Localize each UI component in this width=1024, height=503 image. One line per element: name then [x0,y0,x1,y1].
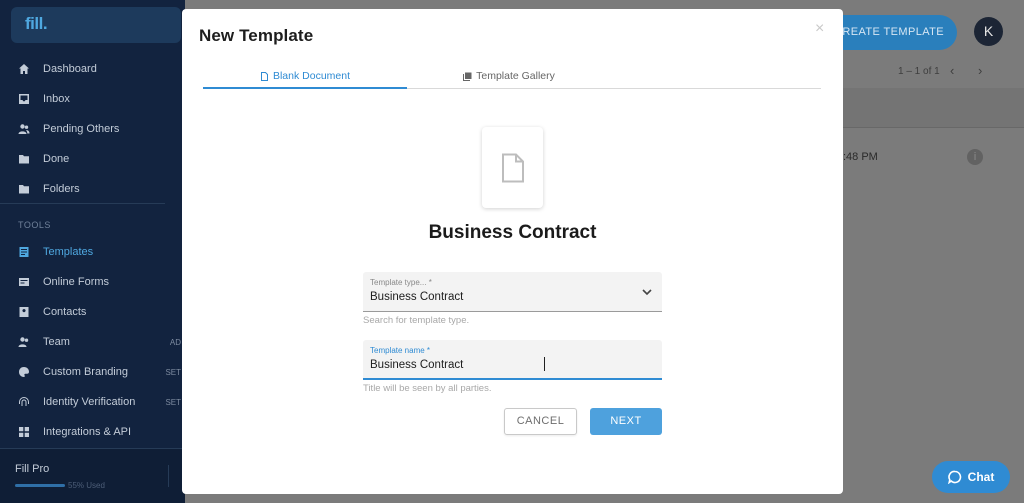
main-nav: Dashboard Inbox Pending Others Done Fold… [0,54,185,204]
sidebar-item-label: Identity Verification [43,396,136,408]
table-row-time: :48 PM [843,151,878,163]
close-icon[interactable]: × [815,20,824,38]
pagination-prev-icon[interactable]: ‹ [950,63,954,78]
template-icon [18,246,30,258]
folder-check-icon [18,153,30,165]
chevron-down-icon[interactable] [641,286,653,298]
sidebar-item-identity-verification[interactable]: Identity Verification SET [0,387,185,417]
app-logo: fill. [25,14,48,33]
tab-label: Blank Document [272,70,351,82]
plan-box[interactable]: Fill Pro 55% Used [0,448,185,503]
info-icon[interactable]: i [967,149,983,165]
document-title: Business Contract [428,222,597,243]
sidebar-item-label: Contacts [43,306,87,318]
plan-usage-bar [15,484,65,487]
chat-button[interactable]: Chat [932,461,1010,493]
field-value: Business Contract [370,291,464,303]
inbox-icon [18,93,30,105]
active-tab-indicator [203,87,407,89]
sidebar-item-done[interactable]: Done [0,144,185,174]
sidebar-item-tag: SET [165,397,181,407]
sidebar-item-tag: SET [165,367,181,377]
sidebar: fill. Dashboard Inbox Pending Others Don… [0,0,185,503]
fingerprint-icon [18,396,30,408]
form-icon [18,276,30,288]
users-icon [18,123,30,135]
text-cursor [544,357,545,371]
pagination-text: 1 – 1 of 1 [898,66,940,77]
field-label: Template type... * [370,278,432,287]
document-preview [482,127,543,208]
new-template-modal: New Template × Blank Document Template G… [182,9,843,494]
sidebar-item-custom-branding[interactable]: Custom Branding SET [0,357,185,387]
logo-container[interactable]: fill. [11,7,181,43]
grid-icon [18,426,30,438]
pagination-next-icon[interactable]: › [978,63,982,78]
sidebar-item-team[interactable]: Team AD [0,327,185,357]
template-type-helper: Search for template type. [363,315,470,326]
contacts-icon [18,306,30,318]
tab-blank-document[interactable]: Blank Document [203,63,407,89]
sidebar-item-pending-others[interactable]: Pending Others [0,114,185,144]
document-icon [260,71,268,81]
field-label: Template name * [370,346,431,355]
modal-title: New Template [199,26,314,45]
sidebar-item-inbox[interactable]: Inbox [0,84,185,114]
sidebar-item-online-forms[interactable]: Online Forms [0,267,185,297]
modal-tabs: Blank Document Template Gallery [203,63,821,89]
sidebar-item-label: Folders [43,183,80,195]
document-icon [501,153,524,182]
plan-usage-text: 55% Used [68,481,105,490]
plan-divider [168,465,169,487]
sidebar-item-label: Inbox [43,93,70,105]
sidebar-divider [0,203,165,204]
sidebar-item-label: Done [43,153,70,165]
folder-icon [18,183,30,195]
team-icon [18,336,30,348]
sidebar-item-label: Templates [43,246,94,258]
chat-bubble-icon [947,470,961,484]
sidebar-item-label: Team [43,336,70,348]
tab-template-gallery[interactable]: Template Gallery [407,63,611,89]
template-name-input[interactable]: Template name * Business Contract [363,340,662,380]
palette-icon [18,366,30,378]
sidebar-item-label: Dashboard [43,63,97,75]
home-icon [18,63,30,75]
tools-heading: TOOLS [18,220,51,230]
field-value: Business Contract [370,359,464,371]
sidebar-item-templates[interactable]: Templates [0,237,185,267]
sidebar-item-label: Integrations & API [43,426,132,438]
cancel-button[interactable]: CANCEL [504,408,577,435]
next-button[interactable]: NEXT [590,408,662,435]
template-type-select[interactable]: Template type... * Business Contract [363,272,662,312]
chat-button-label: Chat [967,470,995,484]
sidebar-item-folders[interactable]: Folders [0,174,185,204]
table-header [843,88,1024,128]
avatar[interactable]: K [974,17,1003,46]
sidebar-item-label: Custom Branding [43,366,128,378]
sidebar-item-contacts[interactable]: Contacts [0,297,185,327]
sidebar-item-label: Pending Others [43,123,120,135]
sidebar-item-integrations[interactable]: Integrations & API [0,417,185,447]
plan-name: Fill Pro [15,463,50,475]
tab-label: Template Gallery [476,70,555,82]
tools-nav: Templates Online Forms Contacts Team AD … [0,237,185,447]
sidebar-item-label: Online Forms [43,276,110,288]
template-name-helper: Title will be seen by all parties. [363,383,492,394]
sidebar-item-dashboard[interactable]: Dashboard [0,54,185,84]
sidebar-item-tag: AD [169,337,181,347]
gallery-icon [463,72,472,81]
